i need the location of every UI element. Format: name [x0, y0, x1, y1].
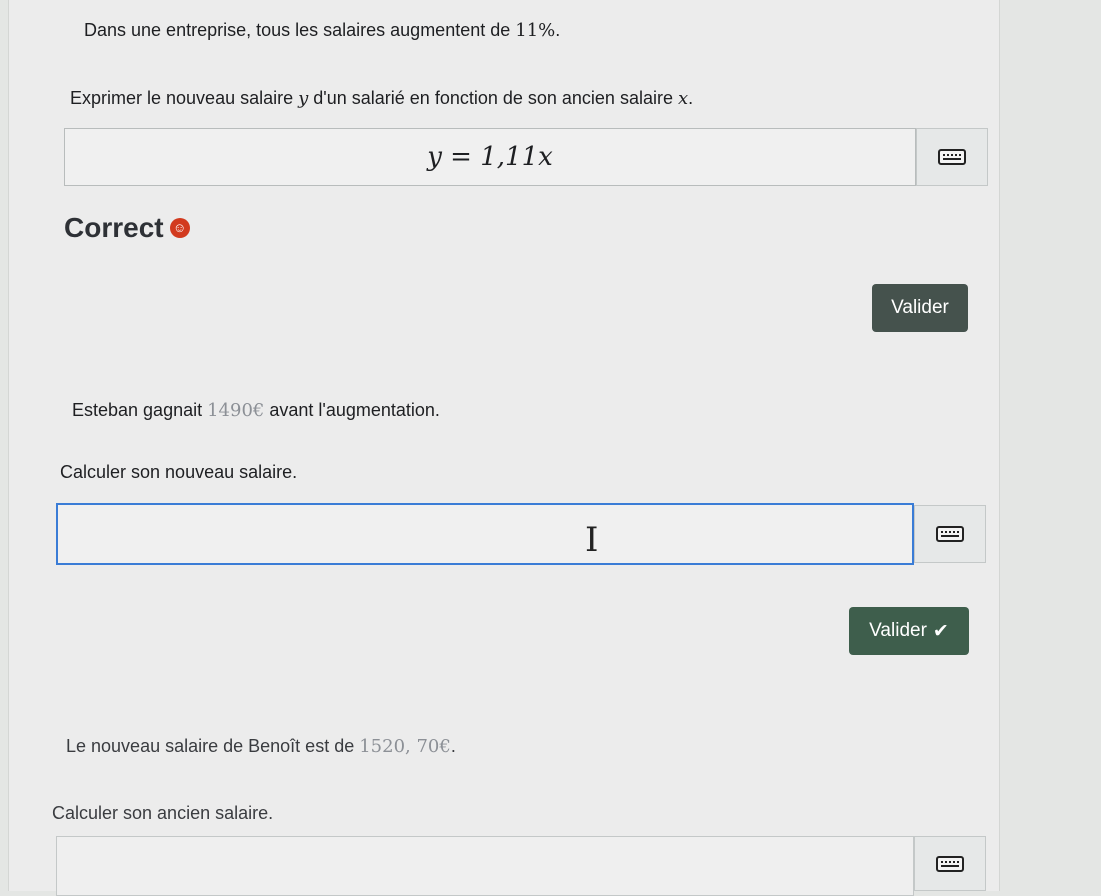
exercise2-statement: Esteban gagnait 1490€ avant l'augmentati… — [72, 400, 440, 421]
exercise1-answer-field[interactable]: y = 1,11x — [64, 128, 916, 186]
exercise1-statement: Dans une entreprise, tous les salaires a… — [84, 20, 561, 41]
keyboard-icon — [936, 526, 964, 542]
text-cursor-icon: I — [585, 520, 599, 560]
validate-label: Valider — [869, 620, 927, 641]
keyboard-icon — [936, 855, 964, 872]
check-icon: ✔ — [932, 620, 949, 642]
exercise1-feedback: Correct ☺ — [64, 212, 190, 244]
exercise1-validate-button[interactable]: Valider — [872, 284, 968, 332]
exercise1-prompt: Exprimer le nouveau salaire y d'un salar… — [70, 88, 694, 109]
exercise2-validate-button[interactable]: Valider ✔ — [849, 607, 969, 655]
exercise2-answer-input[interactable] — [56, 503, 914, 565]
feedback-label: Correct — [64, 212, 164, 243]
exercise3-prompt: Calculer son ancien salaire. — [52, 803, 274, 823]
exercise2-keyboard-button[interactable] — [914, 505, 986, 563]
smiley-icon: ☺ — [169, 218, 190, 238]
exercise3-keyboard-button[interactable] — [914, 836, 986, 891]
exercise1-answer-value: y = 1,11x — [427, 142, 553, 172]
exercise2-prompt: Calculer son nouveau salaire. — [60, 462, 298, 482]
exercise1-keyboard-button[interactable] — [916, 128, 988, 186]
keyboard-icon — [938, 149, 966, 165]
validate-label: Valider — [891, 297, 949, 318]
exercise3-answer-input[interactable] — [56, 836, 914, 896]
exercise3-statement: Le nouveau salaire de Benoît est de 1520… — [66, 736, 456, 757]
